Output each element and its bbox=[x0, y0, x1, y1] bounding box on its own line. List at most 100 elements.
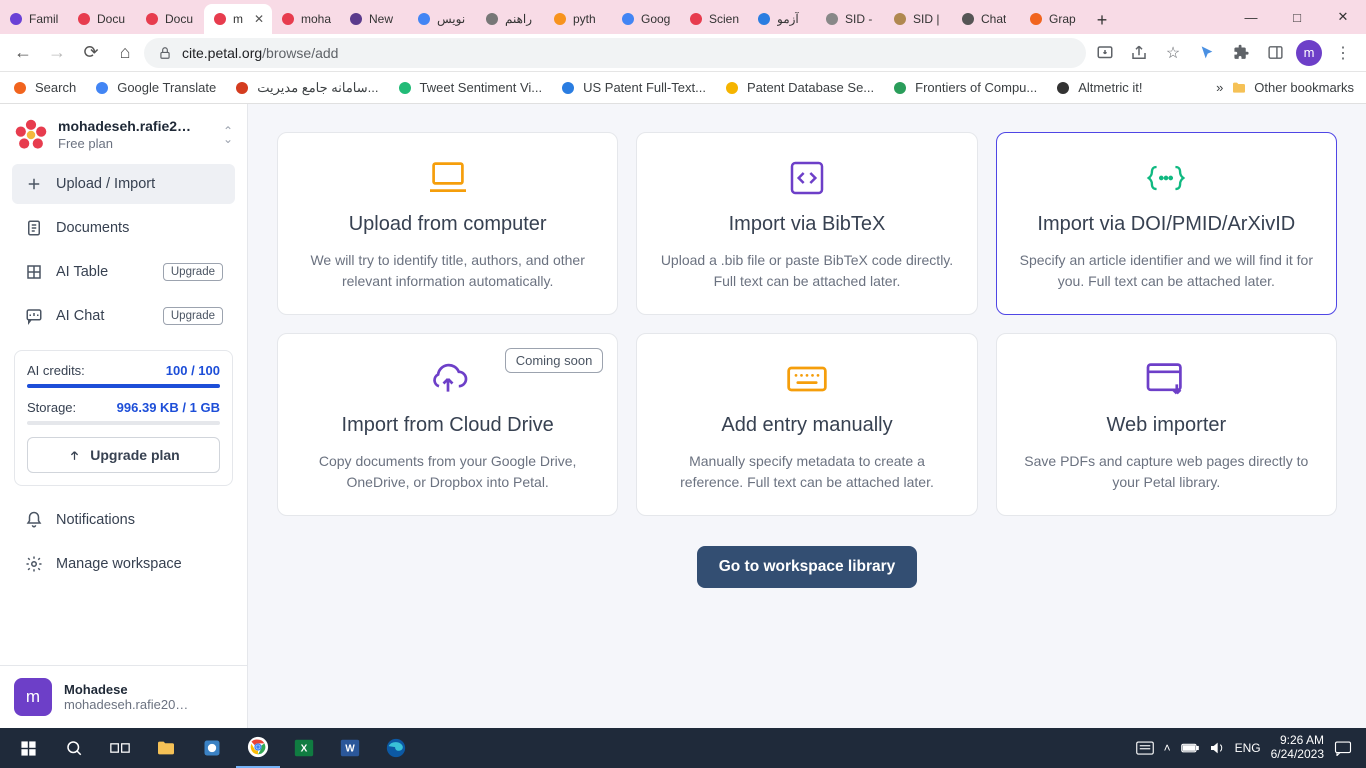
chevron-updown-icon: ⌃⌄ bbox=[223, 127, 233, 144]
browser-tab[interactable]: راهنم bbox=[476, 4, 544, 34]
taskbar-app-1[interactable] bbox=[190, 728, 234, 768]
credits-bar bbox=[27, 384, 220, 388]
main-content: Upload from computerWe will try to ident… bbox=[248, 104, 1366, 728]
browser-tab[interactable]: Grap bbox=[1020, 4, 1088, 34]
import-card-import-via-doi-pmid-arxivid[interactable]: Import via DOI/PMID/ArXivID Specify an ar… bbox=[996, 132, 1337, 315]
address-bar[interactable]: cite.petal.org/browse/add bbox=[144, 38, 1086, 68]
sidebar-item-upload-import[interactable]: Upload / Import bbox=[12, 164, 235, 204]
sidebar-item-ai-chat[interactable]: AI ChatUpgrade bbox=[12, 296, 235, 336]
reload-button[interactable]: ⟳ bbox=[76, 38, 106, 68]
tray-notifications-icon[interactable] bbox=[1334, 740, 1352, 756]
tab-label: m bbox=[233, 12, 243, 26]
browser-tab[interactable]: New bbox=[340, 4, 408, 34]
sidebar-item-documents[interactable]: Documents bbox=[12, 208, 235, 248]
browser-tab[interactable]: m✕ bbox=[204, 4, 272, 34]
task-view-button[interactable] bbox=[98, 728, 142, 768]
svg-text:W: W bbox=[345, 744, 355, 755]
bookmark-item[interactable]: سامانه جامع مدیریت... bbox=[234, 80, 378, 96]
extension-cursor-icon[interactable] bbox=[1192, 38, 1222, 68]
edge-icon[interactable] bbox=[374, 728, 418, 768]
excel-icon[interactable]: X bbox=[282, 728, 326, 768]
app-root: mohadeseh.rafie2… Free plan ⌃⌄ Upload / … bbox=[0, 104, 1366, 728]
bookmark-item[interactable]: US Patent Full-Text... bbox=[560, 80, 706, 96]
other-bookmarks[interactable]: Other bookmarks bbox=[1231, 80, 1354, 96]
start-button[interactable] bbox=[6, 728, 50, 768]
go-to-library-button[interactable]: Go to workspace library bbox=[697, 546, 918, 588]
favicon-icon bbox=[688, 11, 704, 27]
workspace-switcher[interactable]: mohadeseh.rafie2… Free plan ⌃⌄ bbox=[0, 104, 247, 160]
tray-chevron-icon[interactable]: ˄ bbox=[1164, 741, 1171, 755]
install-app-icon[interactable] bbox=[1090, 38, 1120, 68]
window-maximize[interactable]: □ bbox=[1274, 0, 1320, 34]
side-panel-icon[interactable] bbox=[1260, 38, 1290, 68]
window-minimize[interactable]: — bbox=[1228, 0, 1274, 34]
forward-button[interactable]: → bbox=[42, 38, 72, 68]
browser-tab[interactable]: SID - bbox=[816, 4, 884, 34]
browser-tab[interactable]: Chat bbox=[952, 4, 1020, 34]
browser-tab[interactable]: Famil bbox=[0, 4, 68, 34]
import-card-add-entry-manually[interactable]: Add entry manuallyManually specify metad… bbox=[636, 333, 977, 516]
bookmark-item[interactable]: Google Translate bbox=[94, 80, 216, 96]
chrome-icon[interactable] bbox=[236, 728, 280, 768]
tab-label: SID | bbox=[913, 12, 939, 26]
card-description: Specify an article identifier and we wil… bbox=[1019, 250, 1314, 292]
tray-volume-icon[interactable] bbox=[1209, 741, 1225, 755]
search-button[interactable] bbox=[52, 728, 96, 768]
close-icon[interactable]: ✕ bbox=[254, 12, 264, 26]
tab-label: pyth bbox=[573, 12, 596, 26]
sidebar-item-manage-workspace[interactable]: Manage workspace bbox=[12, 544, 235, 584]
browser-tab[interactable]: moha bbox=[272, 4, 340, 34]
upgrade-badge[interactable]: Upgrade bbox=[163, 307, 223, 325]
code-icon bbox=[787, 157, 827, 199]
browser-tab[interactable]: Docu bbox=[136, 4, 204, 34]
tray-language[interactable]: ENG bbox=[1235, 741, 1261, 755]
browser-tab[interactable]: Scien bbox=[680, 4, 748, 34]
new-tab-button[interactable]: + bbox=[1088, 6, 1116, 34]
favicon-icon bbox=[892, 11, 908, 27]
browser-tab[interactable]: آزمو bbox=[748, 4, 816, 34]
file-explorer-icon[interactable] bbox=[144, 728, 188, 768]
browser-menu-icon[interactable]: ⋮ bbox=[1328, 38, 1358, 68]
browser-tab[interactable]: نویس bbox=[408, 4, 476, 34]
share-icon[interactable] bbox=[1124, 38, 1154, 68]
sidebar-item-ai-table[interactable]: AI TableUpgrade bbox=[12, 252, 235, 292]
favicon-icon bbox=[8, 11, 24, 27]
import-card-web-importer[interactable]: Web importerSave PDFs and capture web pa… bbox=[996, 333, 1337, 516]
bookmark-item[interactable]: Patent Database Se... bbox=[724, 80, 874, 96]
tray-ime-icon[interactable] bbox=[1136, 741, 1154, 755]
browser-tab[interactable]: pyth bbox=[544, 4, 612, 34]
browser-tab[interactable]: Goog bbox=[612, 4, 680, 34]
window-close[interactable]: ✕ bbox=[1320, 0, 1366, 34]
bookmark-item[interactable]: Altmetric it! bbox=[1055, 80, 1142, 96]
bookmark-star-icon[interactable]: ☆ bbox=[1158, 38, 1188, 68]
bookmark-item[interactable]: Frontiers of Compu... bbox=[892, 80, 1037, 96]
bookmarks-overflow[interactable]: » bbox=[1216, 80, 1223, 95]
bookmark-item[interactable]: Tweet Sentiment Vi... bbox=[397, 80, 543, 96]
browser-toolbar: ← → ⟳ ⌂ cite.petal.org/browse/add ☆ m ⋮ bbox=[0, 34, 1366, 72]
import-card-upload-from-computer[interactable]: Upload from computerWe will try to ident… bbox=[277, 132, 618, 315]
card-title: Import via DOI/PMID/ArXivID bbox=[1037, 213, 1295, 236]
tab-label: Docu bbox=[97, 12, 125, 26]
word-icon[interactable]: W bbox=[328, 728, 372, 768]
tab-label: راهنم bbox=[505, 12, 532, 26]
favicon-icon bbox=[144, 11, 160, 27]
window-controls: — □ ✕ bbox=[1228, 0, 1366, 34]
upgrade-plan-button[interactable]: Upgrade plan bbox=[27, 437, 220, 473]
profile-avatar[interactable]: m bbox=[1294, 38, 1324, 68]
back-button[interactable]: ← bbox=[8, 38, 38, 68]
bookmark-favicon-icon bbox=[94, 80, 110, 96]
bookmark-item[interactable]: Search bbox=[12, 80, 76, 96]
sidebar-item-notifications[interactable]: Notifications bbox=[12, 500, 235, 540]
import-card-import-via-bibtex[interactable]: Import via BibTeXUpload a .bib file or p… bbox=[636, 132, 977, 315]
tray-clock[interactable]: 9:26 AM 6/24/2023 bbox=[1271, 734, 1324, 762]
browser-tabstrip: FamilDocuDocum✕mohaNewنویسراهنمpythGoogS… bbox=[0, 0, 1366, 34]
tray-battery-icon[interactable] bbox=[1181, 742, 1199, 754]
browser-tab[interactable]: Docu bbox=[68, 4, 136, 34]
bookmark-favicon-icon bbox=[724, 80, 740, 96]
home-button[interactable]: ⌂ bbox=[110, 38, 140, 68]
import-card-import-from-cloud-drive[interactable]: Coming soonImport from Cloud DriveCopy d… bbox=[277, 333, 618, 516]
browser-tab[interactable]: SID | bbox=[884, 4, 952, 34]
extensions-icon[interactable] bbox=[1226, 38, 1256, 68]
sidebar-user[interactable]: m Mohadese mohadeseh.rafie20… bbox=[0, 665, 247, 728]
upgrade-badge[interactable]: Upgrade bbox=[163, 263, 223, 281]
